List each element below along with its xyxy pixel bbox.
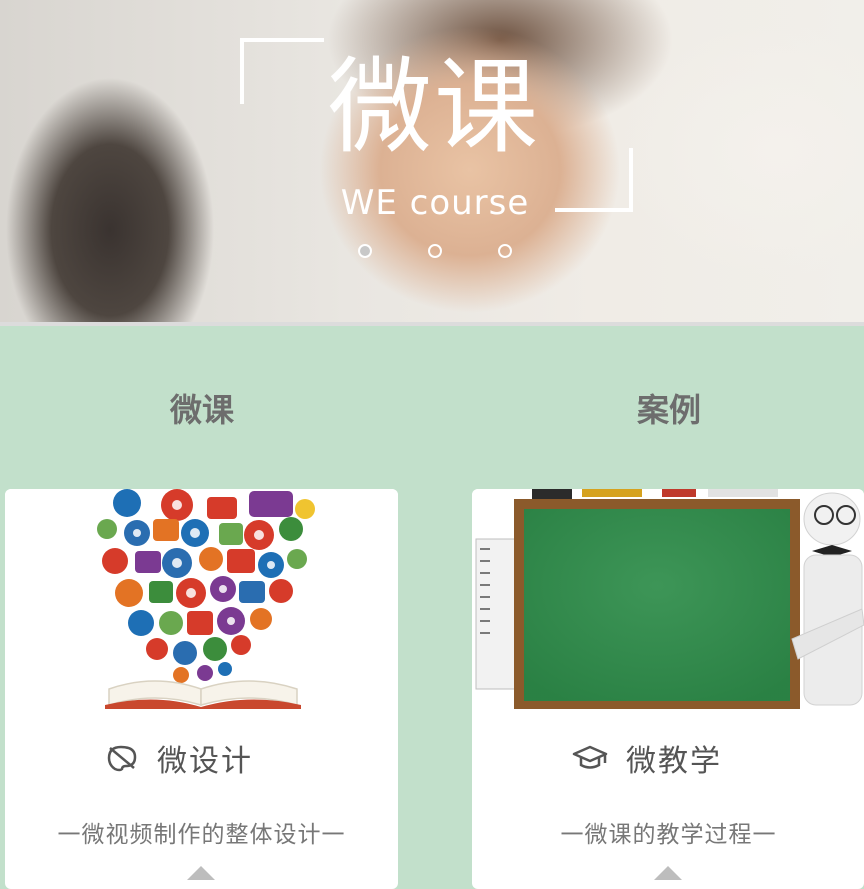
card-description: 一微视频制作的整体设计一 [57,822,346,848]
carousel-dots [354,244,524,264]
card-title: 微教学 [626,744,722,779]
carousel-dot-2[interactable] [428,244,442,258]
card-title: 微设计 [157,744,253,779]
banner-title: 微课 [327,46,540,168]
card-description: 一微课的教学过程一 [560,822,777,848]
carousel-dot-3[interactable] [498,244,512,258]
hero-banner[interactable]: 微课 WE course [0,0,864,326]
chalkboard-illustration [472,489,864,711]
carousel-dot-1[interactable] [358,244,372,258]
expand-caret-icon[interactable] [654,866,682,880]
book-with-icons-illustration [5,489,398,711]
tab-cases[interactable]: 案例 [569,388,769,432]
card-header-micro-design: 微设计 [105,736,253,780]
design-palette-icon [105,743,139,773]
banner-subtitle: WE course [340,183,530,223]
graduation-cap-icon [572,743,608,773]
tab-weike[interactable]: 微课 [102,388,302,432]
card-header-micro-teaching: 微教学 [572,736,722,780]
expand-caret-icon[interactable] [187,866,215,880]
